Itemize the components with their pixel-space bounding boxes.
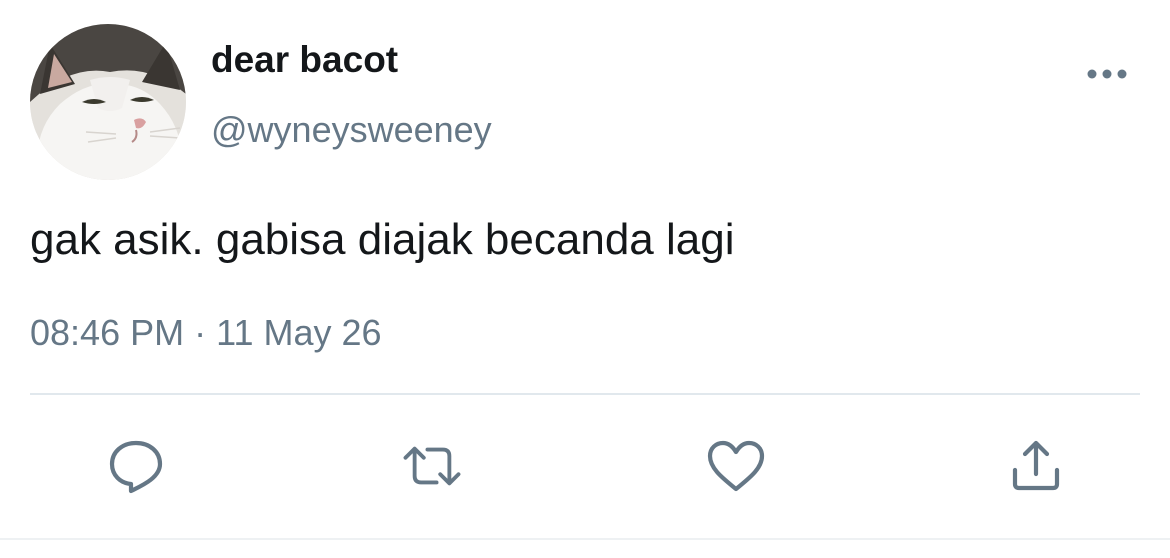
like-button[interactable] <box>704 434 768 498</box>
heart-icon <box>707 440 765 492</box>
display-name[interactable]: dear bacot <box>211 38 398 82</box>
retweet-icon <box>403 446 461 486</box>
reply-icon <box>109 440 163 494</box>
tweet-date: 11 May 26 <box>216 312 382 353</box>
share-icon <box>1012 440 1060 491</box>
share-button[interactable] <box>1004 434 1068 498</box>
cat-avatar-icon <box>30 24 186 180</box>
reply-button[interactable] <box>104 434 168 498</box>
more-options-button[interactable] <box>1080 56 1134 92</box>
user-handle[interactable]: @wyneysweeney <box>211 108 492 152</box>
retweet-button[interactable] <box>400 434 464 498</box>
more-horizontal-icon <box>1087 69 1127 79</box>
bottom-divider <box>0 538 1170 540</box>
avatar[interactable] <box>30 24 186 180</box>
tweet-time: 08:46 PM <box>30 312 185 353</box>
tweet-card: dear bacot @wyneysweeney gak asik. gabis… <box>0 0 1170 558</box>
tweet-timestamp[interactable]: 08:46 PM · 11 May 26 <box>30 310 382 356</box>
divider <box>30 393 1140 395</box>
timestamp-separator: · <box>194 312 207 353</box>
tweet-text: gak asik. gabisa diajak becanda lagi <box>30 215 735 264</box>
